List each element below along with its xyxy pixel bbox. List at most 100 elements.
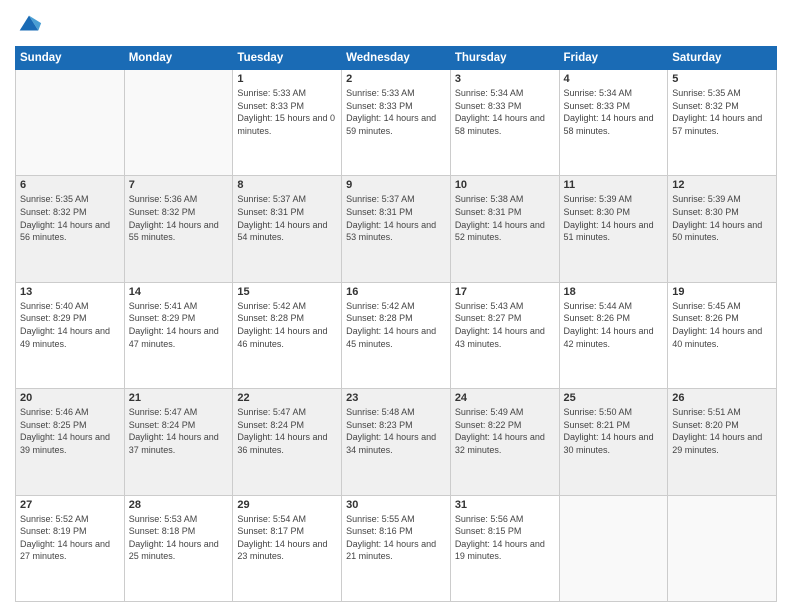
day-number: 1: [237, 73, 337, 85]
calendar-cell: 1Sunrise: 5:33 AM Sunset: 8:33 PM Daylig…: [233, 70, 342, 176]
day-number: 24: [455, 392, 555, 404]
calendar-cell: 30Sunrise: 5:55 AM Sunset: 8:16 PM Dayli…: [342, 495, 451, 601]
calendar-week-row-1: 1 Sunrise: 5:33 AM Sunset: 8:33 PM Daylig…: [16, 70, 777, 176]
day-info: Sunrise: 5:47 AM Sunset: 8:24 PM Dayligh…: [129, 406, 229, 456]
calendar-cell: 24 Sunrise: 5:49 AM Sunset: 8:22 PM Dayli…: [450, 389, 559, 495]
day-number: 14: [129, 286, 229, 298]
calendar-cell: 11 Sunrise: 5:39 AM Sunset: 8:30 PM Dayli…: [559, 176, 668, 282]
day-number: 13: [20, 286, 120, 298]
calendar-cell: 13 Sunrise: 5:40 AM Sunset: 8:29 PM Dayli…: [16, 282, 125, 388]
calendar-header-friday: Friday: [559, 47, 668, 70]
calendar-cell: 7 Sunrise: 5:36 AM Sunset: 8:32 PM Daylig…: [124, 176, 233, 282]
day-number: 23: [346, 392, 446, 404]
day-info: Sunrise: 5:43 AM Sunset: 8:27 PM Dayligh…: [455, 300, 555, 350]
calendar-cell: 16Sunrise: 5:42 AM Sunset: 8:28 PM Dayli…: [342, 282, 451, 388]
day-info: Sunrise: 5:45 AM Sunset: 8:26 PM Dayligh…: [672, 300, 772, 350]
calendar-week-row-2: 6 Sunrise: 5:35 AM Sunset: 8:32 PM Daylig…: [16, 176, 777, 282]
day-number: 21: [129, 392, 229, 404]
day-info: Sunrise: 5:50 AM Sunset: 8:21 PM Dayligh…: [564, 406, 664, 456]
calendar-cell: 20 Sunrise: 5:46 AM Sunset: 8:25 PM Dayli…: [16, 389, 125, 495]
calendar-cell: 21 Sunrise: 5:47 AM Sunset: 8:24 PM Dayli…: [124, 389, 233, 495]
day-number: 29: [237, 499, 337, 511]
calendar-cell: 31Sunrise: 5:56 AM Sunset: 8:15 PM Dayli…: [450, 495, 559, 601]
day-info: Sunrise: 5:34 AM Sunset: 8:33 PM Dayligh…: [564, 87, 664, 137]
day-info: Sunrise: 5:48 AM Sunset: 8:23 PM Dayligh…: [346, 406, 446, 456]
calendar-cell: 19 Sunrise: 5:45 AM Sunset: 8:26 PM Dayli…: [668, 282, 777, 388]
day-info: Sunrise: 5:56 AM Sunset: 8:15 PM Dayligh…: [455, 513, 555, 563]
day-info: Sunrise: 5:41 AM Sunset: 8:29 PM Dayligh…: [129, 300, 229, 350]
calendar-week-row-5: 27 Sunrise: 5:52 AM Sunset: 8:19 PM Dayli…: [16, 495, 777, 601]
day-number: 11: [564, 179, 664, 191]
day-number: 12: [672, 179, 772, 191]
calendar-cell: 18Sunrise: 5:44 AM Sunset: 8:26 PM Dayli…: [559, 282, 668, 388]
day-number: 30: [346, 499, 446, 511]
day-number: 20: [20, 392, 120, 404]
calendar-cell: [124, 70, 233, 176]
day-info: Sunrise: 5:39 AM Sunset: 8:30 PM Dayligh…: [672, 193, 772, 243]
day-info: Sunrise: 5:39 AM Sunset: 8:30 PM Dayligh…: [564, 193, 664, 243]
day-number: 8: [237, 179, 337, 191]
calendar-cell: 8 Sunrise: 5:37 AM Sunset: 8:31 PM Daylig…: [233, 176, 342, 282]
day-info: Sunrise: 5:37 AM Sunset: 8:31 PM Dayligh…: [346, 193, 446, 243]
logo-icon: [15, 10, 43, 38]
day-info: Sunrise: 5:37 AM Sunset: 8:31 PM Dayligh…: [237, 193, 337, 243]
calendar-cell: 5 Sunrise: 5:35 AM Sunset: 8:32 PM Daylig…: [668, 70, 777, 176]
calendar-week-row-4: 20 Sunrise: 5:46 AM Sunset: 8:25 PM Dayli…: [16, 389, 777, 495]
calendar-cell: 10 Sunrise: 5:38 AM Sunset: 8:31 PM Dayli…: [450, 176, 559, 282]
day-number: 6: [20, 179, 120, 191]
day-number: 4: [564, 73, 664, 85]
page: SundayMondayTuesdayWednesdayThursdayFrid…: [0, 0, 792, 612]
calendar-cell: 3Sunrise: 5:34 AM Sunset: 8:33 PM Daylig…: [450, 70, 559, 176]
day-info: Sunrise: 5:40 AM Sunset: 8:29 PM Dayligh…: [20, 300, 120, 350]
day-number: 15: [237, 286, 337, 298]
day-number: 28: [129, 499, 229, 511]
calendar-cell: 26Sunrise: 5:51 AM Sunset: 8:20 PM Dayli…: [668, 389, 777, 495]
calendar-header-saturday: Saturday: [668, 47, 777, 70]
day-number: 17: [455, 286, 555, 298]
day-info: Sunrise: 5:35 AM Sunset: 8:32 PM Dayligh…: [672, 87, 772, 137]
day-number: 2: [346, 73, 446, 85]
day-number: 5: [672, 73, 772, 85]
calendar-cell: [16, 70, 125, 176]
day-number: 7: [129, 179, 229, 191]
day-info: Sunrise: 5:36 AM Sunset: 8:32 PM Dayligh…: [129, 193, 229, 243]
day-number: 16: [346, 286, 446, 298]
day-number: 27: [20, 499, 120, 511]
day-number: 18: [564, 286, 664, 298]
calendar-cell: 6 Sunrise: 5:35 AM Sunset: 8:32 PM Daylig…: [16, 176, 125, 282]
day-number: 19: [672, 286, 772, 298]
day-info: Sunrise: 5:52 AM Sunset: 8:19 PM Dayligh…: [20, 513, 120, 563]
day-number: 9: [346, 179, 446, 191]
day-info: Sunrise: 5:33 AM Sunset: 8:33 PM Dayligh…: [346, 87, 446, 137]
calendar-header-tuesday: Tuesday: [233, 47, 342, 70]
calendar-header-sunday: Sunday: [16, 47, 125, 70]
day-info: Sunrise: 5:53 AM Sunset: 8:18 PM Dayligh…: [129, 513, 229, 563]
calendar-cell: 27 Sunrise: 5:52 AM Sunset: 8:19 PM Dayli…: [16, 495, 125, 601]
calendar-header-thursday: Thursday: [450, 47, 559, 70]
calendar-cell: 15Sunrise: 5:42 AM Sunset: 8:28 PM Dayli…: [233, 282, 342, 388]
day-info: Sunrise: 5:38 AM Sunset: 8:31 PM Dayligh…: [455, 193, 555, 243]
calendar-header-wednesday: Wednesday: [342, 47, 451, 70]
calendar-cell: [668, 495, 777, 601]
calendar-cell: 2 Sunrise: 5:33 AM Sunset: 8:33 PM Daylig…: [342, 70, 451, 176]
header: [15, 10, 777, 38]
calendar-cell: 25 Sunrise: 5:50 AM Sunset: 8:21 PM Dayli…: [559, 389, 668, 495]
day-number: 25: [564, 392, 664, 404]
day-info: Sunrise: 5:46 AM Sunset: 8:25 PM Dayligh…: [20, 406, 120, 456]
calendar-week-row-3: 13 Sunrise: 5:40 AM Sunset: 8:29 PM Dayli…: [16, 282, 777, 388]
day-info: Sunrise: 5:35 AM Sunset: 8:32 PM Dayligh…: [20, 193, 120, 243]
day-info: Sunrise: 5:49 AM Sunset: 8:22 PM Dayligh…: [455, 406, 555, 456]
calendar-cell: 9 Sunrise: 5:37 AM Sunset: 8:31 PM Daylig…: [342, 176, 451, 282]
day-info: Sunrise: 5:51 AM Sunset: 8:20 PM Dayligh…: [672, 406, 772, 456]
calendar-cell: 17 Sunrise: 5:43 AM Sunset: 8:27 PM Dayli…: [450, 282, 559, 388]
day-info: Sunrise: 5:47 AM Sunset: 8:24 PM Dayligh…: [237, 406, 337, 456]
calendar-header-monday: Monday: [124, 47, 233, 70]
calendar-cell: 12 Sunrise: 5:39 AM Sunset: 8:30 PM Dayli…: [668, 176, 777, 282]
day-info: Sunrise: 5:54 AM Sunset: 8:17 PM Dayligh…: [237, 513, 337, 563]
calendar-cell: 4 Sunrise: 5:34 AM Sunset: 8:33 PM Daylig…: [559, 70, 668, 176]
day-number: 10: [455, 179, 555, 191]
calendar-cell: 29 Sunrise: 5:54 AM Sunset: 8:17 PM Dayli…: [233, 495, 342, 601]
day-info: Sunrise: 5:34 AM Sunset: 8:33 PM Dayligh…: [455, 87, 555, 137]
calendar-cell: 22Sunrise: 5:47 AM Sunset: 8:24 PM Dayli…: [233, 389, 342, 495]
calendar-table: SundayMondayTuesdayWednesdayThursdayFrid…: [15, 46, 777, 602]
